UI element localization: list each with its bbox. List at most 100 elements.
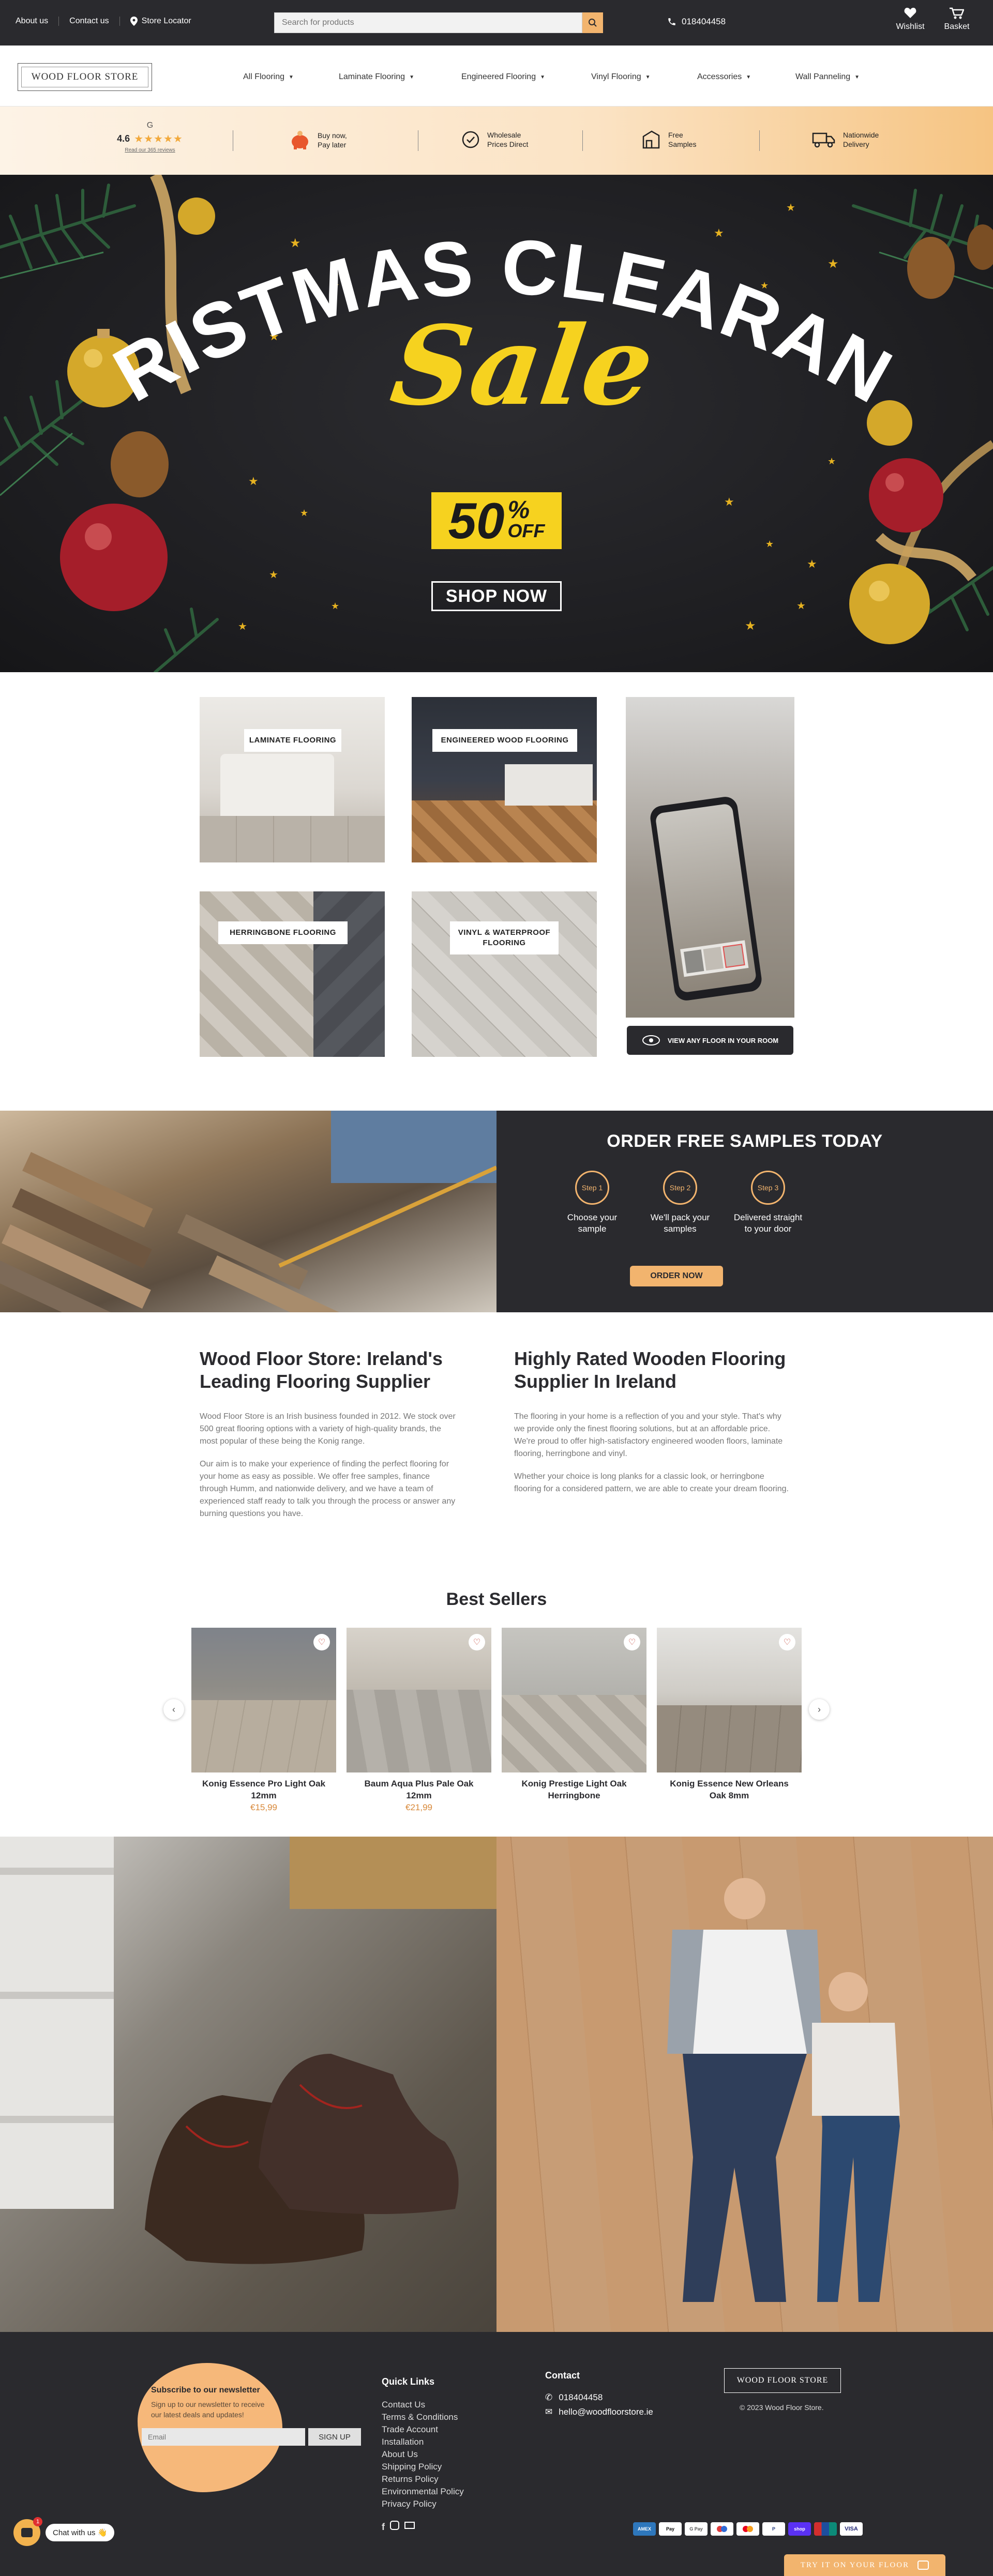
product-card[interactable]: ♡ Baum Aqua Plus Pale Oak 12mm €21,99 — [347, 1628, 491, 1813]
product-image[interactable]: ♡ — [191, 1628, 336, 1772]
nav-vinyl-flooring[interactable]: Vinyl Flooring ▼ — [591, 72, 651, 82]
chat-widget[interactable]: 1 Chat with us 👋 — [13, 2517, 115, 2546]
check-circle-icon — [462, 131, 479, 148]
phone-link[interactable]: 018404458 — [667, 17, 726, 27]
footer-link[interactable]: Trade Account — [382, 2423, 464, 2436]
basket-button[interactable]: Basket — [936, 7, 977, 32]
footer-link[interactable]: Installation — [382, 2436, 464, 2448]
product-image[interactable]: ♡ — [502, 1628, 646, 1772]
footer-link[interactable]: Returns Policy — [382, 2473, 464, 2486]
footer-link[interactable]: Shipping Policy — [382, 2461, 464, 2473]
footer-logo[interactable]: WOOD FLOOR STORE — [724, 2368, 841, 2393]
product-card[interactable]: ♡ Konig Prestige Light Oak Herringbone — [502, 1628, 646, 1802]
footer-link[interactable]: Terms & Conditions — [382, 2411, 464, 2423]
free-samples-section: ORDER FREE SAMPLES TODAY Step 1 Choose y… — [0, 1111, 993, 1312]
nav-label: Vinyl Flooring — [591, 72, 641, 81]
step-badge: Step 2 — [663, 1171, 697, 1205]
about-section: Wood Floor Store: Ireland's Leading Floor… — [0, 1312, 993, 1560]
wishlist-heart-icon[interactable]: ♡ — [313, 1634, 330, 1650]
newsletter-email-input[interactable] — [142, 2428, 305, 2446]
email-icon[interactable] — [404, 2522, 415, 2529]
step-text: sample — [578, 1224, 607, 1234]
instagram-icon[interactable] — [390, 2521, 399, 2530]
product-card[interactable]: ♡ Konig Essence Pro Light Oak 12mm €15,99 — [191, 1628, 336, 1813]
copyright: © 2023 Wood Floor Store. — [740, 2403, 824, 2412]
wishlist-heart-icon[interactable]: ♡ — [624, 1634, 640, 1650]
footer-link[interactable]: Privacy Policy — [382, 2498, 464, 2510]
nav-laminate-flooring[interactable]: Laminate Flooring ▼ — [339, 72, 414, 82]
footer-link[interactable]: Environmental Policy — [382, 2486, 464, 2498]
footer-phone[interactable]: ✆ 018404458 — [545, 2392, 653, 2403]
site-logo[interactable]: WOOD FLOOR STORE — [18, 63, 152, 91]
category-vinyl[interactable]: VINYL & WATERPROOF FLOORING — [412, 891, 597, 1057]
footer-link[interactable]: Contact Us — [382, 2399, 464, 2411]
chat-label[interactable]: Chat with us 👋 — [46, 2524, 115, 2541]
apple-pay-icon: Pay — [659, 2522, 682, 2536]
usp-wholesale: Wholesale Prices Direct — [461, 130, 528, 149]
carousel-prev-button[interactable]: ‹ — [163, 1699, 184, 1720]
reviews-link[interactable]: Read our 365 reviews — [109, 147, 191, 153]
samples-title: ORDER FREE SAMPLES TODAY — [607, 1131, 883, 1151]
product-image[interactable]: ♡ — [347, 1628, 491, 1772]
footer-email-address: hello@woodfloorstore.ie — [559, 2407, 653, 2417]
mail-icon: ✉ — [545, 2407, 553, 2417]
usp-line: Buy now, — [318, 131, 347, 140]
wishlist-heart-icon[interactable]: ♡ — [469, 1634, 485, 1650]
search-input[interactable] — [274, 12, 582, 33]
shop-now-button[interactable]: SHOP NOW — [431, 581, 562, 611]
nav-accessories[interactable]: Accessories ▼ — [697, 72, 751, 82]
location-pin-icon — [130, 17, 138, 26]
chat-launcher[interactable]: 1 — [13, 2517, 42, 2546]
best-sellers-section: Best Sellers ‹ › ♡ Konig Essence Pro Lig… — [0, 1560, 993, 1837]
ar-preview-image[interactable] — [626, 697, 794, 1018]
try-on-floor-button[interactable]: TRY IT ON YOUR FLOOR — [784, 2554, 945, 2576]
discount-percent: % — [507, 496, 530, 524]
nav-wall-panneling[interactable]: Wall Panneling ▼ — [795, 72, 860, 82]
usp-line: Samples — [668, 140, 697, 148]
nav-engineered-flooring[interactable]: Engineered Flooring ▼ — [461, 72, 545, 82]
wishlist-heart-icon[interactable]: ♡ — [779, 1634, 795, 1650]
step-text: Delivered straight — [733, 1213, 803, 1222]
product-name: 12mm — [406, 1791, 432, 1800]
store-locator-link[interactable]: Store Locator — [120, 17, 202, 26]
samples-image — [0, 1111, 496, 1312]
google-rating[interactable]: G 4.6 ★★★★★ Read our 365 reviews — [109, 121, 191, 153]
footer-email[interactable]: ✉ hello@woodfloorstore.ie — [545, 2407, 653, 2417]
chevron-right-icon: › — [818, 1704, 821, 1715]
footer-link[interactable]: About Us — [382, 2448, 464, 2461]
store-locator-label: Store Locator — [141, 17, 191, 25]
order-now-button[interactable]: ORDER NOW — [630, 1266, 723, 1286]
carousel-next-button[interactable]: › — [809, 1699, 830, 1720]
view-floor-in-room-button[interactable]: VIEW ANY FLOOR IN YOUR ROOM — [627, 1026, 793, 1055]
hero-banner[interactable]: ★★★ ★★★ ★★★ ★★★ ★★★ ★★★ CHRISTMAS CLEARA… — [0, 175, 993, 672]
category-label: LAMINATE FLOORING — [244, 729, 341, 752]
step-text: samples — [664, 1224, 697, 1234]
search-button[interactable] — [582, 12, 603, 33]
product-card[interactable]: ♡ Konig Essence New Orleans Oak 8mm — [657, 1628, 802, 1802]
newsletter-title: Subscribe to our newsletter — [151, 2386, 260, 2395]
about-us-link[interactable]: About us — [16, 17, 59, 26]
category-engineered[interactable]: ENGINEERED WOOD FLOORING — [412, 697, 597, 862]
best-sellers-title: Best Sellers — [446, 1589, 547, 1609]
product-name: Konig Essence Pro Light Oak — [202, 1779, 326, 1789]
product-price: €15,99 — [250, 1802, 277, 1812]
nav-all-flooring[interactable]: All Flooring ▼ — [243, 72, 294, 82]
payment-methods: AMEX Pay G Pay P shop VISA — [633, 2522, 866, 2536]
contact-us-link[interactable]: Contact us — [59, 17, 120, 26]
wishlist-button[interactable]: Wishlist — [890, 7, 931, 32]
facebook-icon[interactable]: f — [382, 2521, 385, 2533]
sign-up-button[interactable]: SIGN UP — [308, 2428, 361, 2446]
category-laminate[interactable]: LAMINATE FLOORING — [200, 697, 385, 862]
phone-mockup — [649, 795, 763, 1002]
samples-panel: ORDER FREE SAMPLES TODAY Step 1 Choose y… — [496, 1111, 993, 1312]
product-image[interactable]: ♡ — [657, 1628, 802, 1772]
usp-line: Free — [668, 131, 683, 139]
basket-label: Basket — [944, 22, 970, 31]
quick-links-title: Quick Links — [382, 2376, 435, 2387]
couple-photo — [496, 1837, 993, 2332]
maestro-icon — [711, 2522, 733, 2536]
category-herringbone[interactable]: HERRINGBONE FLOORING — [200, 891, 385, 1057]
nav-label: All Flooring — [243, 72, 285, 81]
cart-icon — [950, 7, 965, 19]
union-pay-icon — [814, 2522, 837, 2536]
